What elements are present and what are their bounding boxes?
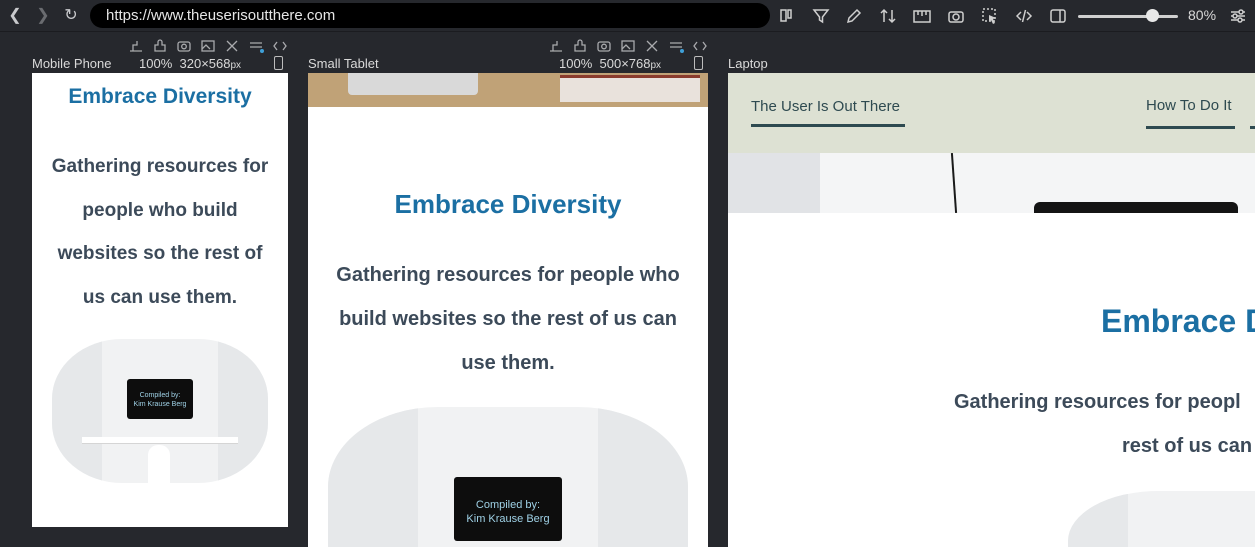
- nav-item-underline: [1250, 126, 1255, 129]
- page-tagline: Gathering resources for people who build…: [336, 264, 680, 374]
- page-tagline: Gathering resources for people who build…: [51, 156, 269, 308]
- device-label-tablet: Small Tablet: [308, 56, 379, 71]
- image-icon[interactable]: [199, 37, 217, 55]
- sort-icon[interactable]: [877, 5, 899, 27]
- nav-item-underline: [1146, 126, 1235, 129]
- filter-icon[interactable]: [810, 5, 832, 27]
- reload-icon[interactable]: ↻: [60, 5, 82, 27]
- site-header: The User Is Out There How To Do It: [728, 73, 1255, 153]
- image-icon[interactable]: [619, 37, 637, 55]
- zoom-level: 80%: [1188, 7, 1217, 23]
- zoom-slider-handle[interactable]: [1146, 9, 1159, 22]
- tools-icon[interactable]: [643, 37, 661, 55]
- device-meta-mobile: 100% 320×568px: [139, 56, 241, 71]
- ruler-icon[interactable]: [911, 5, 933, 27]
- page-heading: Embrace Diversity: [394, 189, 622, 219]
- hero-photo: [728, 153, 1255, 213]
- device-size-separator: ×: [621, 56, 629, 71]
- sidebar-icon[interactable]: [1047, 5, 1069, 27]
- device-meta-tablet: 100% 500×768px: [559, 56, 661, 71]
- zoom-slider[interactable]: [1078, 15, 1178, 18]
- monitor: Compiled by: Kim Krause Berg: [454, 477, 562, 541]
- mobile-viewport[interactable]: Embrace Diversity Gathering resources fo…: [32, 73, 288, 527]
- page-heading: Embrace Diversity: [68, 85, 252, 108]
- workspace-photo: [1068, 491, 1255, 547]
- monitor-text-line2: Kim Krause Berg: [133, 401, 187, 408]
- monitor-text-line1: Compiled by:: [139, 392, 181, 399]
- settings-icon[interactable]: [667, 37, 685, 55]
- camera-icon[interactable]: [175, 37, 193, 55]
- device-unit: px: [230, 60, 242, 71]
- device-height: 768: [628, 56, 651, 71]
- camera-icon[interactable]: [595, 37, 613, 55]
- rotate-device-icon[interactable]: [694, 56, 703, 70]
- settings-icon[interactable]: [247, 37, 265, 55]
- laptop-viewport[interactable]: The User Is Out There How To Do It Embra…: [728, 73, 1255, 547]
- layout-icon[interactable]: [776, 5, 798, 27]
- tablet-viewport[interactable]: Embrace Diversity Gathering resources fo…: [308, 73, 708, 547]
- plugin-icon[interactable]: [571, 37, 589, 55]
- cursor-icon[interactable]: [979, 5, 1001, 27]
- mobile-device-tools: [127, 37, 289, 55]
- workspace-photo: Compiled by: Kim Krause Berg: [52, 339, 268, 483]
- device-width: 320: [179, 56, 202, 71]
- device-scale: 100%: [559, 56, 593, 71]
- device-unit: px: [650, 60, 662, 71]
- code-icon[interactable]: [1013, 5, 1035, 27]
- resize-icon[interactable]: [547, 37, 565, 55]
- device-scale: 100%: [139, 56, 173, 71]
- tools-icon[interactable]: [223, 37, 241, 55]
- device-width: 500: [599, 56, 622, 71]
- settings-icon[interactable]: [1227, 5, 1249, 27]
- device-size-separator: ×: [201, 56, 209, 71]
- device-label-mobile: Mobile Phone: [32, 56, 112, 71]
- device-label-laptop: Laptop: [728, 56, 768, 71]
- page-heading: Embrace D: [1101, 303, 1255, 339]
- tablet-device-tools: [547, 37, 709, 55]
- brand-underline: [751, 124, 905, 127]
- camera-icon[interactable]: [945, 5, 967, 27]
- nav-item-how-to[interactable]: How To Do It: [1146, 97, 1232, 114]
- forward-icon[interactable]: ❯: [32, 5, 54, 27]
- page-tagline-line1: Gathering resources for peopl: [954, 391, 1241, 413]
- code-icon[interactable]: [271, 37, 289, 55]
- monitor: Compiled by: Kim Krause Berg: [127, 379, 193, 419]
- rotate-device-icon[interactable]: [274, 56, 283, 70]
- workspace-photo: Compiled by: Kim Krause Berg: [328, 407, 688, 547]
- resize-icon[interactable]: [127, 37, 145, 55]
- pen-icon[interactable]: [843, 5, 865, 27]
- site-brand[interactable]: The User Is Out There: [751, 98, 900, 115]
- plugin-icon[interactable]: [151, 37, 169, 55]
- monitor-text-line2: Kim Krause Berg: [466, 513, 550, 525]
- browser-toolbar: ❮ ❯ ↻ https://www.theuserisoutthere.com …: [0, 0, 1255, 32]
- device-height: 568: [208, 56, 231, 71]
- page-tagline-line2: rest of us can: [1122, 435, 1253, 457]
- address-bar[interactable]: https://www.theuserisoutthere.com: [90, 3, 770, 28]
- back-icon[interactable]: ❮: [4, 5, 26, 27]
- monitor-text-line1: Compiled by:: [475, 499, 541, 511]
- code-icon[interactable]: [691, 37, 709, 55]
- hero-photo: [308, 73, 708, 107]
